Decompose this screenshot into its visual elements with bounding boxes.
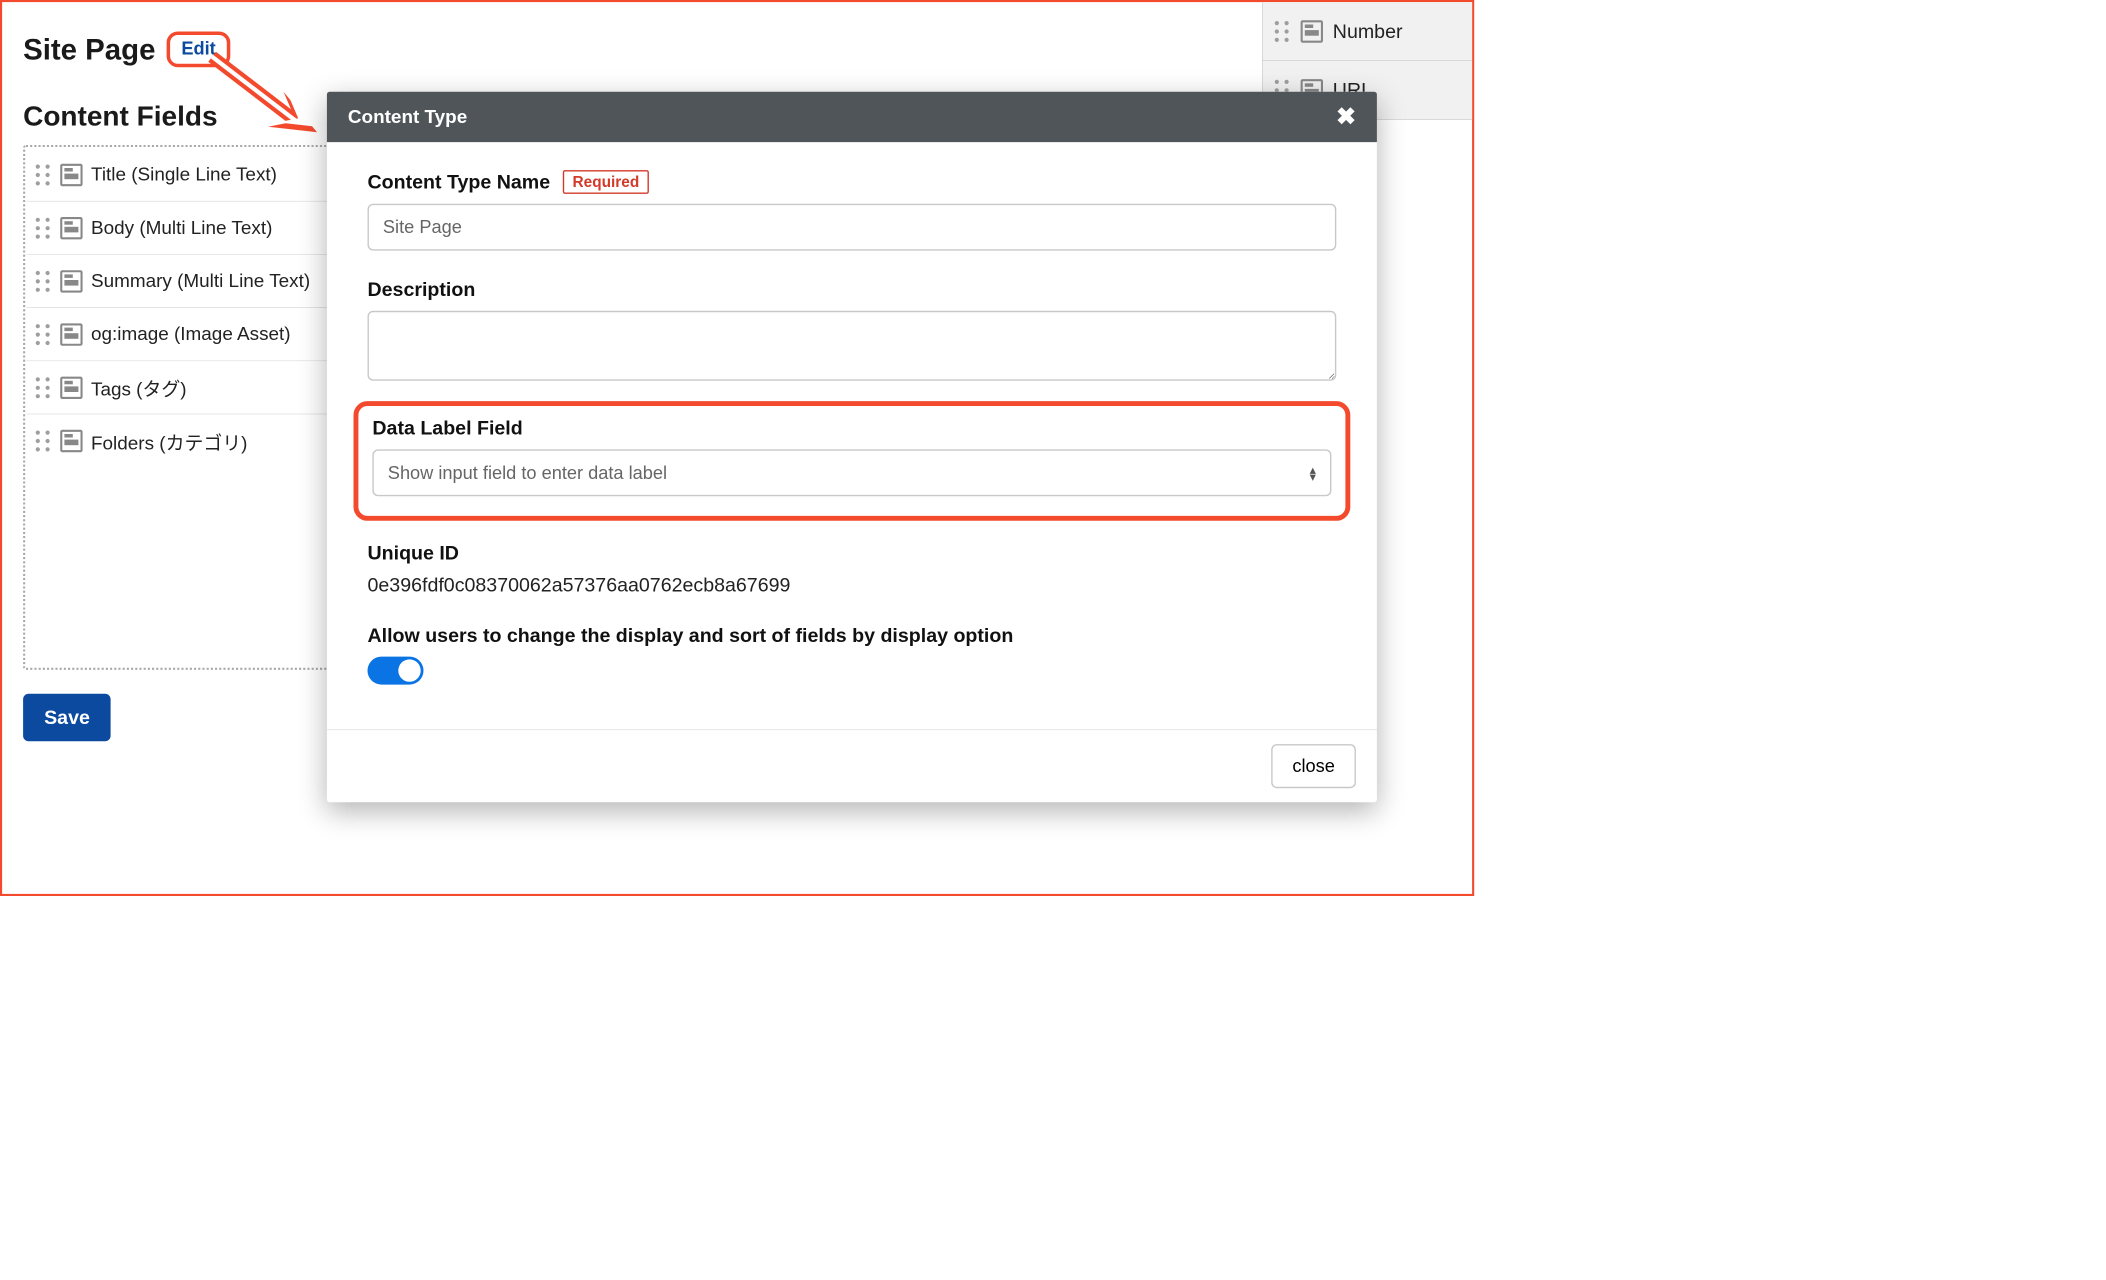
field-item[interactable]: Body (Multi Line Text) <box>27 202 333 255</box>
palette-item-number[interactable]: Number <box>1263 2 1472 61</box>
field-type-icon <box>60 430 82 452</box>
data-label-field-select[interactable]: Show input field to enter data label <box>372 449 1331 496</box>
unique-id-value: 0e396fdf0c08370062a57376aa0762ecb8a67699 <box>368 574 1337 596</box>
data-label-highlight: Data Label Field Show input field to ent… <box>354 401 1351 521</box>
field-item[interactable]: og:image (Image Asset) <box>27 308 333 361</box>
field-item-label: Tags (タグ) <box>91 374 187 401</box>
field-item[interactable]: Folders (カテゴリ) <box>27 414 333 467</box>
field-item-label: Title (Single Line Text) <box>91 164 277 186</box>
drag-handle-icon[interactable] <box>34 376 52 400</box>
field-type-icon <box>1301 20 1323 42</box>
content-type-name-input[interactable] <box>368 204 1337 251</box>
description-label: Description <box>368 279 476 301</box>
close-button[interactable]: close <box>1271 744 1355 788</box>
field-item[interactable]: Summary (Multi Line Text) <box>27 255 333 308</box>
chevron-updown-icon: ▴▾ <box>1310 466 1316 480</box>
page-title: Site Page <box>23 33 155 67</box>
drag-handle-icon[interactable] <box>34 429 52 453</box>
description-input[interactable] <box>368 311 1337 381</box>
field-item[interactable]: Title (Single Line Text) <box>27 148 333 201</box>
field-type-icon <box>60 376 82 398</box>
drag-handle-icon[interactable] <box>34 216 52 240</box>
content-fields-list: Title (Single Line Text) Body (Multi Lin… <box>23 145 336 670</box>
drag-handle-icon[interactable] <box>34 163 52 187</box>
allow-sort-label: Allow users to change the display and so… <box>368 624 1014 646</box>
content-type-modal: Content Type ✖ Content Type Name Require… <box>327 92 1377 803</box>
field-item-label: Summary (Multi Line Text) <box>91 270 310 292</box>
close-icon[interactable]: ✖ <box>1336 103 1356 131</box>
modal-title: Content Type <box>348 106 467 128</box>
drag-handle-icon[interactable] <box>1273 19 1291 43</box>
data-label-field-label: Data Label Field <box>372 417 522 439</box>
drag-handle-icon[interactable] <box>34 269 52 293</box>
save-button[interactable]: Save <box>23 694 111 742</box>
field-type-icon <box>60 323 82 345</box>
content-type-name-label: Content Type Name <box>368 171 551 193</box>
unique-id-label: Unique ID <box>368 542 459 564</box>
field-type-icon <box>60 270 82 292</box>
field-item-label: Body (Multi Line Text) <box>91 217 272 239</box>
field-type-icon <box>60 163 82 185</box>
field-item-label: og:image (Image Asset) <box>91 323 291 345</box>
field-type-icon <box>60 217 82 239</box>
annotation-arrow <box>198 50 331 155</box>
drag-handle-icon[interactable] <box>34 322 52 346</box>
field-item[interactable]: Tags (タグ) <box>27 361 333 414</box>
palette-item-label: Number <box>1333 20 1403 42</box>
allow-sort-toggle[interactable] <box>368 657 424 685</box>
required-badge: Required <box>563 170 649 194</box>
field-item-label: Folders (カテゴリ) <box>91 427 247 454</box>
